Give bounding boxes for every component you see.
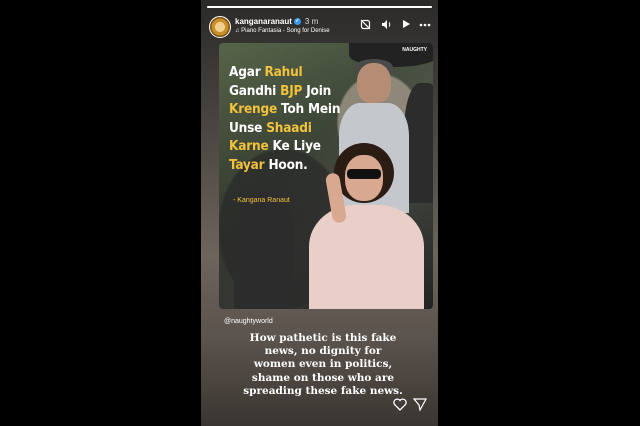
mute-icon[interactable] [359, 19, 371, 31]
quote-word: Toh Mein [277, 101, 341, 117]
post-time: 3 m [304, 17, 319, 26]
share-icon[interactable] [412, 398, 428, 414]
quote-word: Hoon. [264, 156, 308, 173]
quote-text: Agar Rahul Gandhi BJP Join Krenge Toh Me… [229, 63, 349, 174]
music-label[interactable]: ♫ Piano Fantasia - Song for Denise [235, 28, 330, 34]
quote-word: Agar [229, 64, 265, 80]
post-image: NAUGHTY Agar Rahul Gandhi BJP Join Kreng… [219, 43, 433, 309]
volume-icon[interactable] [380, 19, 392, 31]
quote-word: Ke Liye [268, 138, 322, 154]
watermark-logo: NAUGHTY [402, 47, 427, 53]
quote-word: Join [302, 82, 332, 99]
quote-highlight-word: Krenge [229, 101, 278, 117]
quote-highlight-word: Karne [229, 138, 269, 154]
more-icon[interactable] [419, 19, 431, 31]
heart-icon[interactable] [392, 398, 408, 414]
source-handle[interactable]: @naughtyworld [224, 318, 273, 325]
quote-word: Gandhi [229, 82, 281, 99]
story-header: kanganaranaut ✓ 3 m ♫ Piano Fantasia - Son… [207, 14, 432, 40]
verified-badge-icon: ✓ [293, 18, 301, 26]
quote-attribution: - Kangana Ranaut [233, 197, 290, 204]
avatar[interactable] [209, 16, 231, 38]
story-caption: How pathetic is this fake news, no digni… [243, 332, 403, 397]
play-icon[interactable] [400, 19, 412, 31]
quote-word: Unse [229, 119, 267, 136]
quote-highlight-word: BJP [280, 82, 303, 99]
username[interactable]: kanganaranaut ✓ 3 m [235, 17, 318, 26]
quote-highlight-word: Rahul [264, 64, 303, 80]
quote-highlight-word: Tayar [229, 156, 265, 173]
quote-highlight-word: Shaadi [266, 119, 312, 136]
story-progress-bar [207, 6, 432, 8]
